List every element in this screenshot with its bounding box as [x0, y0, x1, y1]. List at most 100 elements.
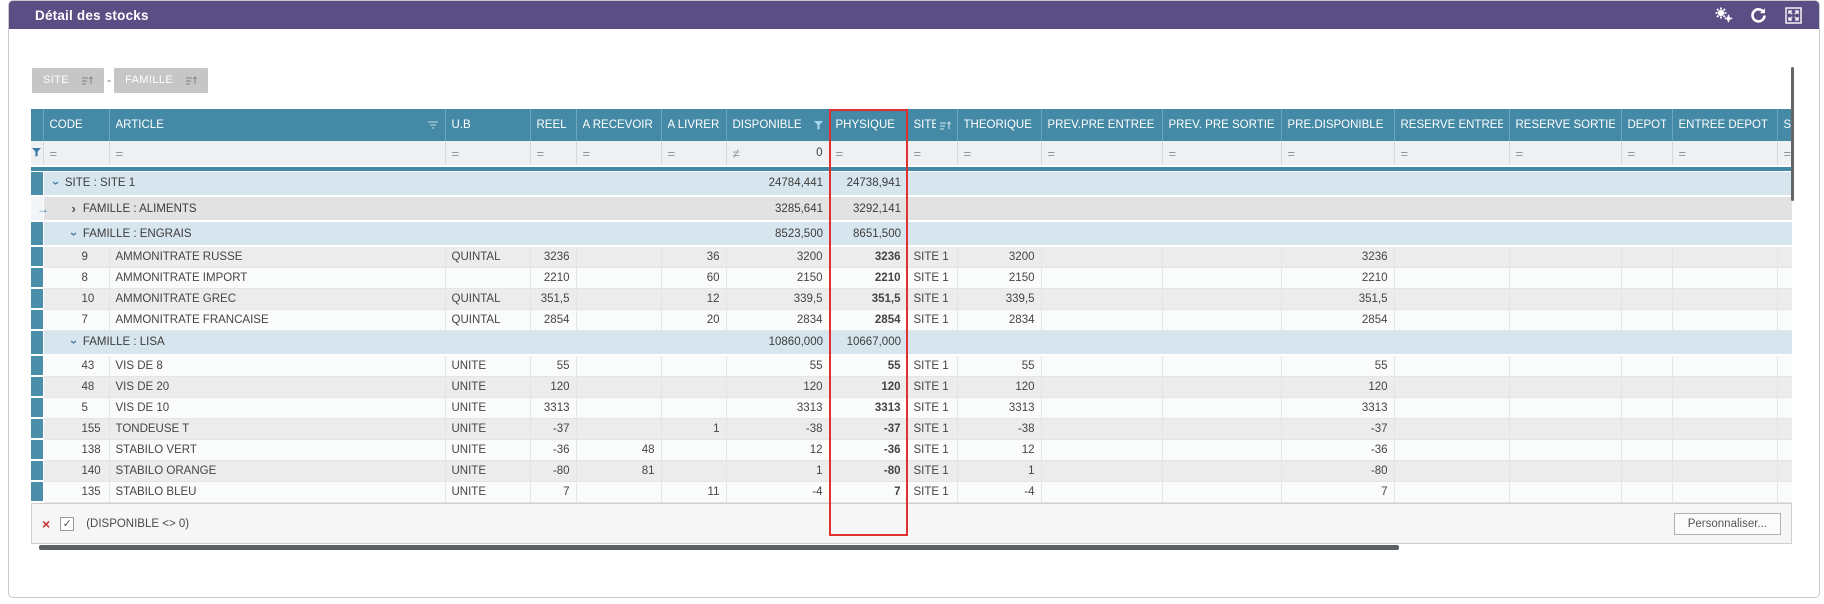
vertical-scrollbar-thumb[interactable]: [1791, 67, 1794, 201]
filter-cell-a_livrer[interactable]: =: [661, 141, 726, 166]
filter-operator[interactable]: =: [50, 146, 58, 161]
filter-cell-prev_pre_entree[interactable]: =: [1041, 141, 1162, 166]
table-row[interactable]: 43VIS DE 8UNITE555555SITE 15555: [31, 355, 1792, 376]
table-row[interactable]: 10AMMONITRATE GRECQUINTAL351,512339,5351…: [31, 288, 1792, 309]
column-header-prev_pre_entree[interactable]: PREV.PRE ENTREE: [1041, 109, 1162, 141]
column-header-reserve_sortie[interactable]: RESERVE SORTIE: [1509, 109, 1621, 141]
sort-icon[interactable]: [936, 121, 951, 130]
column-header-ub[interactable]: U.B: [445, 109, 530, 141]
filter-operator[interactable]: =: [1679, 146, 1687, 161]
table-row[interactable]: 5VIS DE 10UNITE331333133313SITE 13313331…: [31, 397, 1792, 418]
filter-cell-code[interactable]: =: [43, 141, 109, 166]
filter-cell-disponible[interactable]: ≠0: [726, 141, 829, 166]
filter-cell-reserve_entree[interactable]: =: [1394, 141, 1509, 166]
filter-operator[interactable]: =: [964, 146, 972, 161]
filter-cell-prev_pre_sortie[interactable]: =: [1162, 141, 1281, 166]
customize-button[interactable]: Personnaliser...: [1674, 513, 1781, 535]
filter-operator[interactable]: =: [583, 146, 591, 161]
settings-gears-icon[interactable]: [1713, 6, 1733, 24]
table-row[interactable]: 155TONDEUSE TUNITE-371-38-37SITE 1-38-37: [31, 418, 1792, 439]
filter-cell-a_recevoir[interactable]: =: [576, 141, 661, 166]
column-header-site[interactable]: SITE: [907, 109, 957, 141]
filter-operator[interactable]: =: [914, 146, 922, 161]
column-header-depot[interactable]: DEPOT: [1621, 109, 1672, 141]
table-row[interactable]: 48VIS DE 20UNITE120120120SITE 1120120: [31, 376, 1792, 397]
column-header-article[interactable]: ARTICLE: [109, 109, 445, 141]
horizontal-scrollbar-thumb[interactable]: [39, 545, 1399, 550]
group-row[interactable]: →›FAMILLE : ALIMENTS3285,6413292,141: [31, 196, 1792, 221]
filter-operator[interactable]: =: [537, 146, 545, 161]
cell-code: 7: [43, 309, 109, 330]
active-filter-icon[interactable]: [810, 121, 823, 130]
cell-code: 155: [43, 418, 109, 439]
filter-operator[interactable]: =: [1784, 146, 1792, 161]
filter-enabled-checkbox[interactable]: ✓: [60, 517, 74, 531]
filter-cell-reserve_sortie[interactable]: =: [1509, 141, 1621, 166]
cell-site: SITE 1: [907, 288, 957, 309]
table-row[interactable]: 7AMMONITRATE FRANCAISEQUINTAL28542028342…: [31, 309, 1792, 330]
column-header-physique[interactable]: PHYSIQUE: [829, 109, 907, 141]
filter-operator[interactable]: =: [1628, 146, 1636, 161]
filter-operator[interactable]: =: [668, 146, 676, 161]
column-header-entree_depot[interactable]: ENTREE DEPOT: [1672, 109, 1777, 141]
filter-cell-site[interactable]: =: [907, 141, 957, 166]
group-chip-site[interactable]: SITE: [32, 68, 104, 93]
collapse-icon[interactable]: ›: [69, 231, 79, 235]
table-row[interactable]: 9AMMONITRATE RUSSEQUINTAL32363632003236S…: [31, 246, 1792, 267]
group-row[interactable]: ›FAMILLE : ENGRAIS8523,5008651,500: [31, 221, 1792, 246]
cell-physique: 7: [829, 481, 907, 502]
filter-operator[interactable]: =: [116, 146, 124, 161]
collapse-icon[interactable]: ›: [69, 340, 79, 344]
column-header-a_livrer[interactable]: A LIVRER: [661, 109, 726, 141]
filter-operator[interactable]: =: [1288, 146, 1296, 161]
cell-site: SITE 1: [907, 267, 957, 288]
column-header-disponible[interactable]: DISPONIBLE: [726, 109, 829, 141]
row-indicator-header[interactable]: [31, 109, 43, 141]
filter-operator[interactable]: =: [836, 146, 844, 161]
table-row[interactable]: 135STABILO BLEUUNITE711-47SITE 1-47: [31, 481, 1792, 502]
row-indicator: [31, 309, 43, 330]
group-chip-famille[interactable]: FAMILLE: [114, 68, 208, 93]
column-header-code[interactable]: CODE: [43, 109, 109, 141]
column-header-a_recevoir[interactable]: A RECEVOIR: [576, 109, 661, 141]
filter-operator[interactable]: =: [1169, 146, 1177, 161]
filter-cell-depot[interactable]: =: [1621, 141, 1672, 166]
cell-a_livrer: 11: [661, 481, 726, 502]
remove-filter-button[interactable]: ×: [42, 517, 50, 531]
filter-operator[interactable]: =: [1401, 146, 1409, 161]
filter-funnel-icon[interactable]: [31, 141, 43, 166]
cell-pre_disponible: 120: [1281, 376, 1394, 397]
expand-icon[interactable]: ›: [72, 204, 76, 214]
group-row[interactable]: ›SITE : SITE 124784,44124738,941: [31, 171, 1792, 196]
filter-cell-theorique[interactable]: =: [957, 141, 1041, 166]
filter-cell-article[interactable]: =: [109, 141, 445, 166]
column-header-sortie_depot[interactable]: SORTIE DEPOT: [1777, 109, 1792, 141]
filter-cell-ub[interactable]: =: [445, 141, 530, 166]
group-label: ›FAMILLE : LISA: [43, 330, 726, 355]
filter-cell-entree_depot[interactable]: =: [1672, 141, 1777, 166]
table-row[interactable]: 140STABILO ORANGEUNITE-80811-80SITE 11-8…: [31, 460, 1792, 481]
table-row[interactable]: 138STABILO VERTUNITE-364812-36SITE 112-3…: [31, 439, 1792, 460]
fullscreen-icon[interactable]: [1783, 6, 1803, 24]
table-row[interactable]: 8AMMONITRATE IMPORT22106021502210SITE 12…: [31, 267, 1792, 288]
column-header-theorique[interactable]: THEORIQUE: [957, 109, 1041, 141]
filter-operator[interactable]: =: [1516, 146, 1524, 161]
collapse-icon[interactable]: ›: [51, 181, 61, 185]
filter-cell-physique[interactable]: =: [829, 141, 907, 166]
refresh-icon[interactable]: [1748, 6, 1768, 24]
filter-cell-sortie_depot[interactable]: =: [1777, 141, 1792, 166]
filter-operator[interactable]: =: [1048, 146, 1056, 161]
column-header-pre_disponible[interactable]: PRE.DISPONIBLE: [1281, 109, 1394, 141]
cell-site: SITE 1: [907, 481, 957, 502]
cell-prev_pre_sortie: [1162, 246, 1281, 267]
column-header-prev_pre_sortie[interactable]: PREV. PRE SORTIE: [1162, 109, 1281, 141]
filter-operator[interactable]: ≠: [733, 146, 740, 161]
filter-cell-pre_disponible[interactable]: =: [1281, 141, 1394, 166]
filter-operator[interactable]: =: [452, 146, 460, 161]
group-row[interactable]: ›FAMILLE : LISA10860,00010667,000: [31, 330, 1792, 355]
column-header-reel[interactable]: REEL: [530, 109, 576, 141]
column-header-reserve_entree[interactable]: RESERVE ENTREE: [1394, 109, 1509, 141]
cell-entree_depot: [1672, 246, 1777, 267]
filter-cell-reel[interactable]: =: [530, 141, 576, 166]
filter-icon[interactable]: [424, 121, 439, 129]
